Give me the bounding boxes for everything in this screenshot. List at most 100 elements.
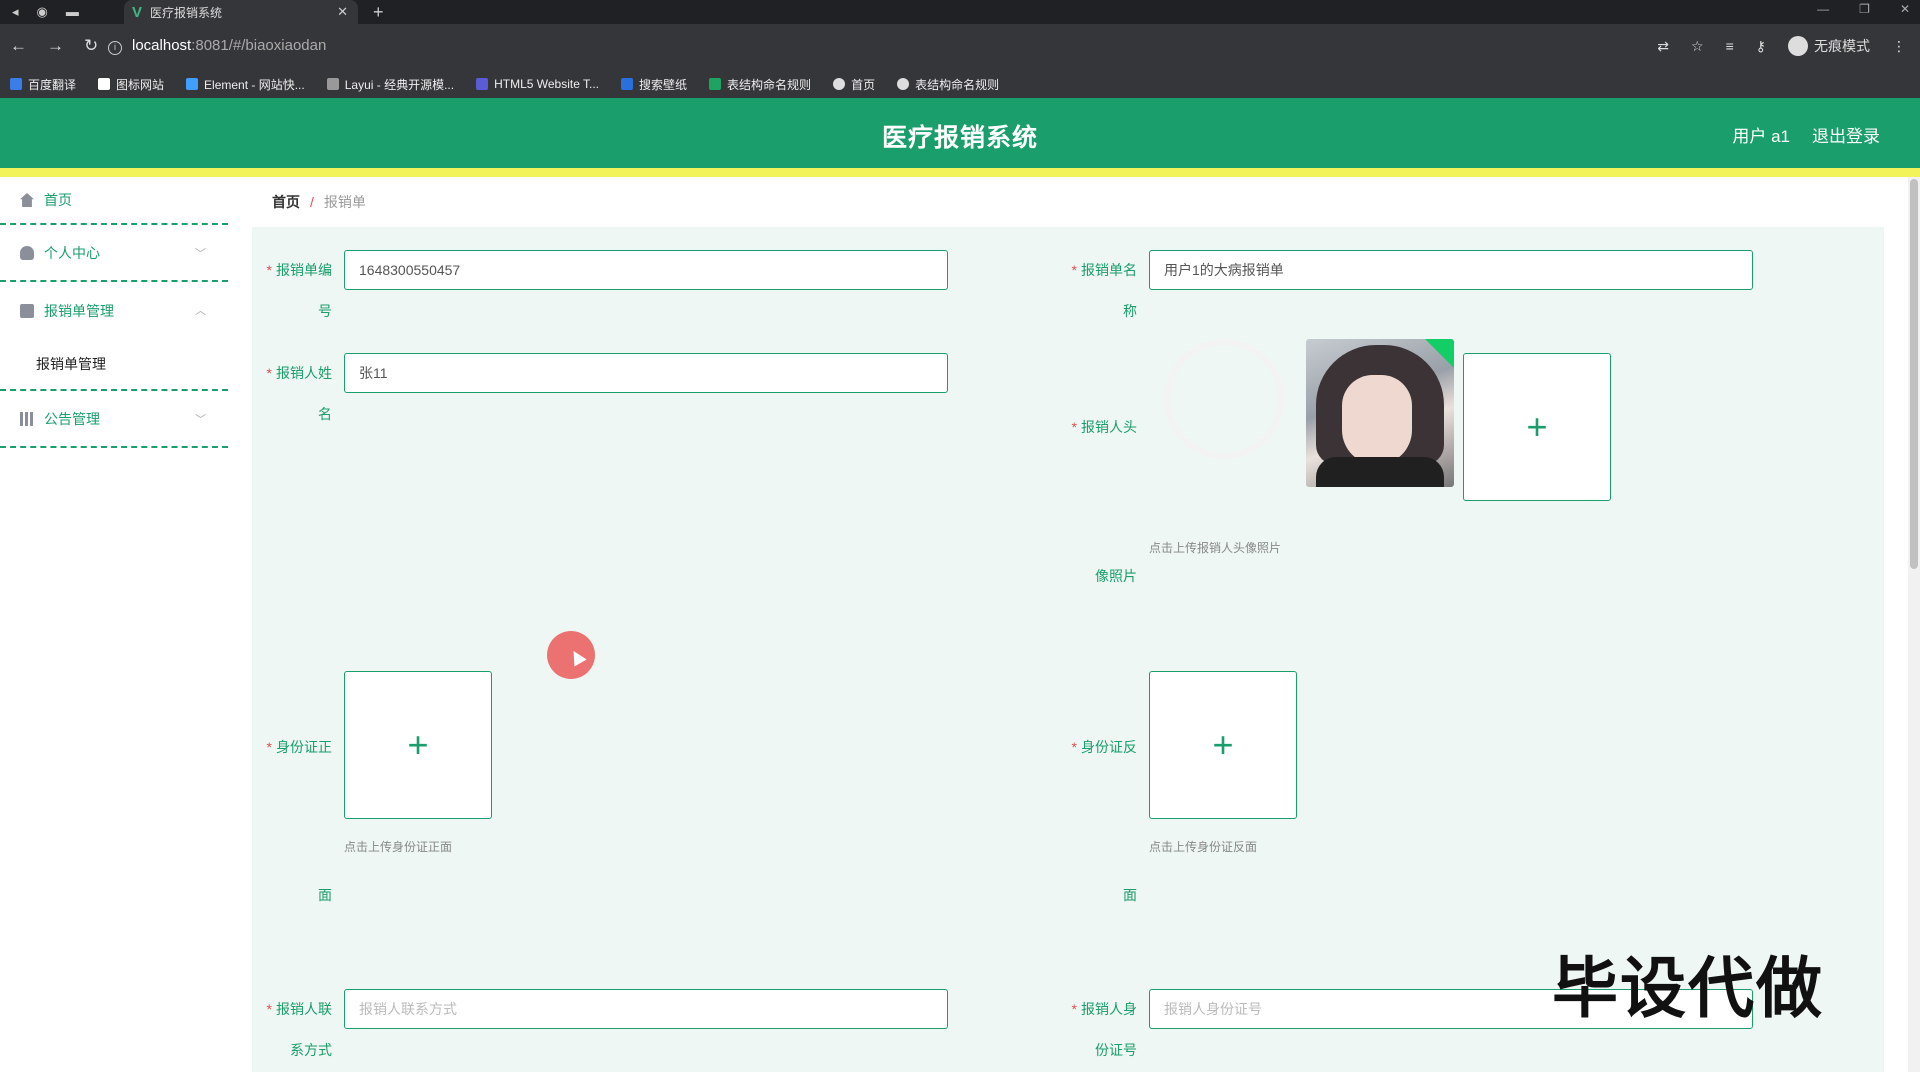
translate-bookmark-icon [10,78,22,90]
html5-icon [476,78,489,90]
plus-icon: + [1526,406,1548,447]
reload-icon[interactable]: ↻ [84,36,98,56]
id-front-label: * 身份证正 [266,739,332,755]
idno-label: * 报销人身 [1071,1001,1137,1017]
sidebar-item-label: 报销单管理 [44,302,114,319]
new-tab-icon[interactable]: + [373,2,384,23]
url-host: localhost [132,37,192,54]
bookmark[interactable]: 搜索壁纸 [621,76,687,93]
contact-label: * 报销人联 [266,1001,332,1017]
breadcrumb-current: 报销单 [323,194,366,210]
incognito-icon [1788,36,1808,56]
photo-face [1342,375,1412,465]
id-back-hint: 点击上传身份证反面 [1149,840,1258,854]
user-icon [20,245,34,260]
info-icon[interactable]: i [108,41,122,55]
bookmark[interactable]: 表结构命名规则 [897,76,999,93]
bookmarks-bar: 百度翻译 图标网站 Element - 网站快... Layui - 经典开源模… [0,70,1920,98]
window-icon[interactable]: ▬ [66,4,79,20]
avatar-photo[interactable] [1306,339,1454,487]
sidebar-subitem-reimbursement-manage[interactable]: 报销单管理 [0,339,228,391]
sidebar-item-label: 个人中心 [44,244,100,261]
translate-icon[interactable]: ⇄ [1657,38,1669,55]
sheet-icon [709,78,722,90]
person-label-cont: 名 [318,406,332,422]
scrollbar-thumb[interactable] [1910,179,1918,569]
bookmark[interactable]: HTML5 Website T... [476,77,599,91]
key-icon[interactable]: ⚷ [1756,38,1766,55]
bookmark[interactable]: Element - 网站快... [186,76,305,93]
restore-icon[interactable]: ❐ [1859,2,1870,16]
browser-tabbar: ◂ ◉ ▬ V 医疗报销系统 ✕ + — ❐ ✕ [0,0,1920,24]
number-input[interactable]: 1648300550457 [344,250,948,290]
sidebar-item-label: 公告管理 [44,410,100,427]
number-label: * 报销单编 [266,262,332,278]
avatar-placeholder-circle [1164,339,1284,459]
id-back-upload[interactable]: + [1149,671,1297,819]
sidebar-item-announcements[interactable]: 公告管理 ﹀ [0,391,228,448]
bookmark[interactable]: Layui - 经典开源模... [326,76,454,93]
reading-list-icon[interactable]: ≡ [1726,38,1734,54]
home-icon [20,193,34,207]
scrollbar[interactable] [1908,177,1920,1072]
header-accent-bar [0,168,1920,177]
nav-buttons: ← → ↻ [10,36,98,56]
close-window-icon[interactable]: ✕ [1900,2,1910,16]
app-header: 医疗报销系统 用户 a1 退出登录 [0,98,1920,168]
sidebar-item-home[interactable]: 首页 [0,177,228,225]
wallpaper-icon [621,78,634,90]
minimize-icon[interactable]: — [1817,2,1829,16]
url-field[interactable]: i localhost:8081/#/biaoxiaodan [108,37,326,55]
avatar-label: * 报销人头 [1071,419,1137,435]
sidebar-item-reimbursement[interactable]: 报销单管理 ︿ [0,282,228,339]
menu-icon[interactable]: ⋮ [1892,38,1906,55]
id-front-label-cont: 面 [318,887,332,903]
id-back-label-cont: 面 [1123,887,1137,903]
idno-label-cont: 份证号 [1095,1042,1137,1058]
breadcrumb: 首页 / 报销单 [252,177,1884,227]
close-tab-icon[interactable]: ✕ [337,4,348,20]
flag-icon [98,78,111,90]
breadcrumb-home[interactable]: 首页 [272,192,300,212]
person-label: * 报销人姓 [266,365,332,381]
forward-icon[interactable]: → [47,36,64,56]
person-input[interactable]: 张11 [344,353,948,393]
bookmark[interactable]: 表结构命名规则 [709,76,811,93]
watermark: 毕设代做 [1552,950,1824,1027]
browser-tab[interactable]: V 医疗报销系统 ✕ [124,0,358,24]
incognito-label: 无痕模式 [1814,38,1870,54]
avatar-upload[interactable]: + [1463,353,1611,501]
id-front-upload[interactable]: + [344,671,492,819]
bookmark[interactable]: 百度翻译 [10,76,76,93]
star-icon[interactable]: ☆ [1691,38,1704,55]
mute-icon[interactable]: ◂ [12,4,19,20]
name-label: * 报销单名 [1071,262,1137,278]
sidebar: 首页 个人中心 ﹀ 报销单管理 ︿ 报销单管理 公告管理 ﹀ [0,177,228,1072]
bookmark[interactable]: 首页 [833,76,875,93]
back-icon[interactable]: ← [10,36,27,56]
number-label-cont: 号 [318,303,332,319]
briefcase-icon [20,303,34,318]
sidebar-item-personal[interactable]: 个人中心 ﹀ [0,225,228,282]
chevron-up-icon: ︿ [195,305,206,317]
logout-button[interactable]: 退出登录 [1812,122,1880,147]
window-controls: — ❐ ✕ [1817,2,1910,16]
sidebar-item-label: 首页 [44,192,72,208]
id-front-hint: 点击上传身份证正面 [344,840,453,854]
bookmark[interactable]: 图标网站 [98,76,164,93]
vue-icon: V [132,3,143,21]
avatar-hint: 点击上传报销人头像照片 [1149,541,1282,555]
tab-title: 医疗报销系统 [150,5,223,20]
tab-left-icons: ◂ ◉ ▬ [12,4,79,20]
avatar-label-cont: 像照片 [1095,568,1137,584]
name-label-cont: 称 [1123,303,1137,319]
address-right-icons: ⇄ ☆ ≡ ⚷ 无痕模式 ⋮ [1657,36,1906,56]
contact-input[interactable]: 报销人联系方式 [344,989,948,1029]
name-input[interactable]: 用户1的大病报销单 [1149,250,1753,290]
id-back-label: * 身份证反 [1071,739,1137,755]
globe-icon[interactable]: ◉ [37,4,48,20]
incognito-indicator[interactable]: 无痕模式 [1788,36,1870,56]
chevron-down-icon: ﹀ [195,414,206,426]
photo-body [1316,457,1444,487]
plus-icon: + [1212,724,1234,765]
